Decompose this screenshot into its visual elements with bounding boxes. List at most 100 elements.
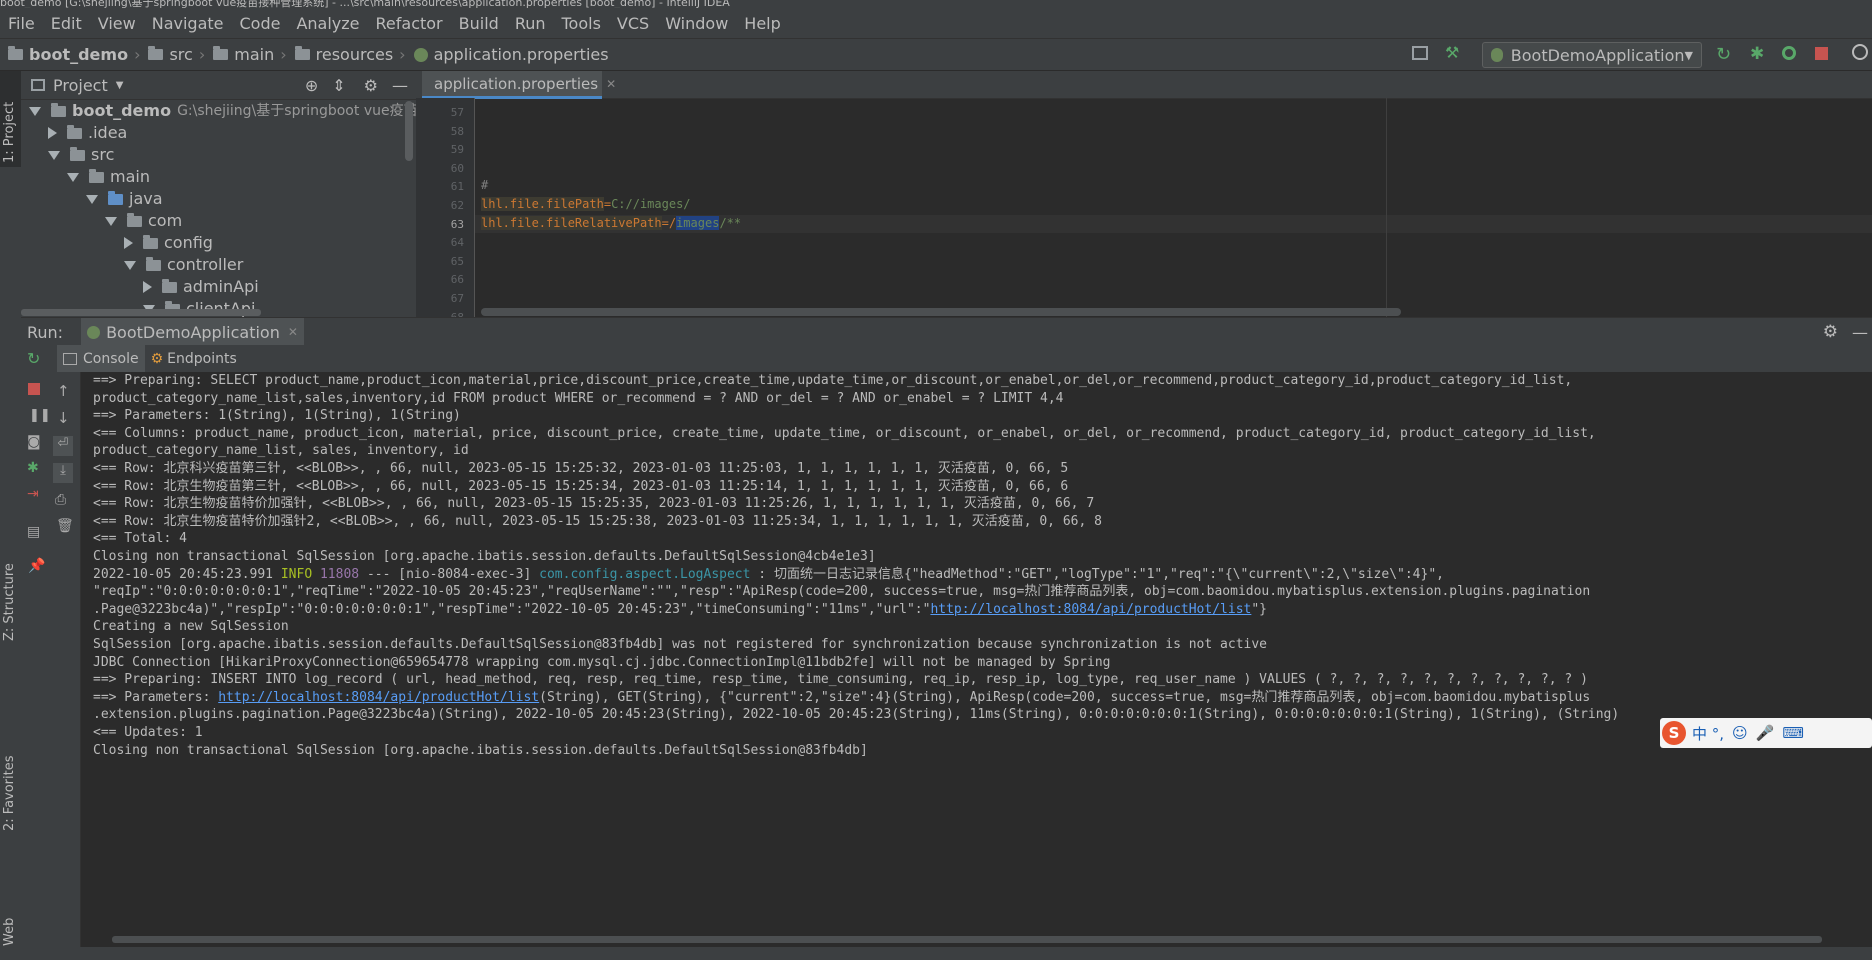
tree-item[interactable]: config	[124, 232, 213, 254]
tree-item-label: main	[110, 167, 150, 186]
locate-icon[interactable]: ⊕	[305, 76, 318, 95]
chevron-down-icon[interactable]: ▼	[116, 80, 124, 91]
arrow-down-icon[interactable]: ↓	[57, 409, 70, 427]
chevron-down-icon[interactable]	[29, 106, 41, 116]
minimize-icon[interactable]: —	[392, 76, 408, 95]
menu-tools[interactable]: Tools	[554, 14, 609, 33]
folder-icon	[213, 46, 229, 60]
tab-run-bootdemo[interactable]: BootDemoApplication ✕	[81, 318, 304, 346]
menu-refactor[interactable]: Refactor	[368, 14, 451, 33]
chevron-down-icon[interactable]	[86, 194, 98, 204]
breadcrumb-item-file[interactable]: application.properties	[413, 45, 609, 64]
menu-window[interactable]: Window	[657, 14, 736, 33]
keyboard-icon[interactable]: ⌨	[1782, 724, 1804, 742]
tree-scrollbar[interactable]	[405, 101, 413, 161]
chevron-down-icon[interactable]	[105, 216, 117, 226]
pin-icon[interactable]: 📌	[28, 558, 45, 574]
editor-hscrollbar[interactable]	[481, 308, 1401, 316]
line-number: 64	[450, 236, 464, 250]
console-line: .Page@3223bc4a)","respIp":"0:0:0:0:0:0:0…	[93, 601, 1268, 617]
menu-run[interactable]: Run	[507, 14, 554, 33]
arrow-up-icon[interactable]: ↑	[57, 382, 70, 400]
hammer-icon[interactable]: ⚒	[1445, 45, 1461, 61]
tree-item[interactable]: main	[67, 166, 150, 188]
tree-item[interactable]: controller	[124, 254, 243, 276]
menu-help[interactable]: Help	[736, 14, 788, 33]
tab-favorites-tool[interactable]: 2: Favorites	[2, 755, 17, 831]
chevron-down-icon[interactable]	[67, 172, 79, 182]
debug-icon[interactable]: ✱	[1750, 44, 1764, 64]
gear-icon[interactable]: ⚙	[1823, 322, 1838, 342]
tree-item[interactable]: java	[86, 188, 163, 210]
tab-console[interactable]: Console	[57, 345, 145, 372]
search-icon[interactable]	[1852, 44, 1868, 60]
breadcrumb-item-src[interactable]: src ›	[148, 45, 205, 64]
login-icon[interactable]: ⇥	[27, 486, 39, 502]
minimize-icon[interactable]: —	[1852, 323, 1868, 342]
close-icon[interactable]: ✕	[606, 77, 616, 91]
breadcrumb-item-project[interactable]: boot_demo ›	[8, 45, 140, 64]
collapse-all-icon[interactable]: ⇕	[332, 76, 345, 95]
microphone-icon[interactable]: 🎤	[1756, 724, 1775, 742]
tree-item-label: adminApi	[183, 277, 259, 296]
chevron-down-icon[interactable]	[124, 260, 136, 270]
console-hscrollbar[interactable]	[112, 936, 1822, 943]
camera-icon[interactable]: ◙	[27, 434, 41, 450]
tab-application-properties[interactable]: application.properties ✕	[422, 71, 616, 99]
rerun-icon[interactable]: ↻	[1716, 44, 1731, 65]
tree-item[interactable]: boot_demo G:\shejiing\基于springboot vue疫苗接…	[29, 100, 416, 122]
layout-icon[interactable]: ▤	[27, 524, 40, 540]
tree-item[interactable]: adminApi	[143, 276, 259, 298]
debug-icon[interactable]: ✱	[27, 460, 39, 476]
console-line: <== Row: 北京生物疫苗第三针, <<BLOB>>, , 66, null…	[93, 478, 1069, 494]
project-panel-header: Project ▼ ⊕ ⇕ ⚙ —	[21, 71, 416, 100]
scroll-to-end-icon[interactable]: ⤓	[53, 463, 73, 483]
menu-code[interactable]: Code	[232, 14, 289, 33]
run-configuration-select[interactable]: BootDemoApplication ▼	[1482, 42, 1702, 68]
chevron-down-icon[interactable]	[48, 150, 60, 160]
coverage-icon[interactable]	[1782, 46, 1796, 60]
menu-view[interactable]: View	[90, 14, 144, 33]
sogou-logo-icon: S	[1662, 721, 1686, 745]
print-icon[interactable]: ⎙	[55, 492, 66, 508]
tree-hscrollbar[interactable]	[21, 309, 261, 316]
rerun-icon[interactable]: ↻	[27, 349, 51, 368]
soft-wrap-icon[interactable]: ⏎	[53, 436, 73, 456]
tab-project-tool[interactable]: 1: Project	[2, 102, 17, 163]
menu-analyze[interactable]: Analyze	[288, 14, 367, 33]
console-line: SqlSession [org.apache.ibatis.session.de…	[93, 637, 1267, 652]
console-output[interactable]: ==> Preparing: SELECT product_name,produ…	[81, 372, 1872, 947]
close-icon[interactable]: ✕	[288, 325, 298, 339]
project-view-select[interactable]: Project	[53, 76, 108, 95]
tree-item[interactable]: src	[48, 144, 114, 166]
tree-item-label: boot_demo	[72, 101, 172, 120]
console-link[interactable]: http://localhost:8084/api/productHot/lis…	[930, 602, 1251, 617]
menu-edit[interactable]: Edit	[43, 14, 90, 33]
tab-web-tool[interactable]: Web	[2, 918, 17, 946]
trash-icon[interactable]: 🗑	[56, 518, 74, 534]
tree-item[interactable]: .idea	[48, 122, 127, 144]
chevron-right-icon[interactable]	[48, 127, 57, 139]
menu-vcs[interactable]: VCS	[609, 14, 657, 33]
line-number: 62	[450, 199, 464, 212]
menu-navigate[interactable]: Navigate	[144, 14, 232, 33]
tree-item[interactable]: com	[105, 210, 182, 232]
folder-icon	[148, 46, 164, 60]
breadcrumb-item-main[interactable]: main ›	[213, 45, 287, 64]
chevron-right-icon[interactable]	[143, 281, 152, 293]
breadcrumb-item-resources[interactable]: resources ›	[294, 45, 406, 64]
tab-endpoints[interactable]: ⚙ Endpoints	[145, 345, 243, 372]
emoji-icon[interactable]: ☺	[1732, 724, 1748, 742]
tab-structure-tool[interactable]: Z: Structure	[2, 563, 17, 641]
menu-build[interactable]: Build	[451, 14, 507, 33]
gear-icon[interactable]: ⚙	[364, 76, 378, 95]
ime-toolbar[interactable]: S 中 °, ☺ 🎤 ⌨	[1660, 718, 1872, 748]
console-link[interactable]: http://localhost:8084/api/productHot/lis…	[218, 690, 539, 705]
menu-file[interactable]: File	[0, 14, 43, 33]
code-line: #	[481, 178, 489, 193]
ime-mode[interactable]: 中 °,	[1692, 723, 1724, 744]
build-layout-icon[interactable]	[1412, 46, 1428, 60]
stop-icon[interactable]	[1815, 47, 1828, 60]
stop-icon[interactable]	[28, 383, 40, 395]
chevron-right-icon[interactable]	[124, 237, 133, 249]
